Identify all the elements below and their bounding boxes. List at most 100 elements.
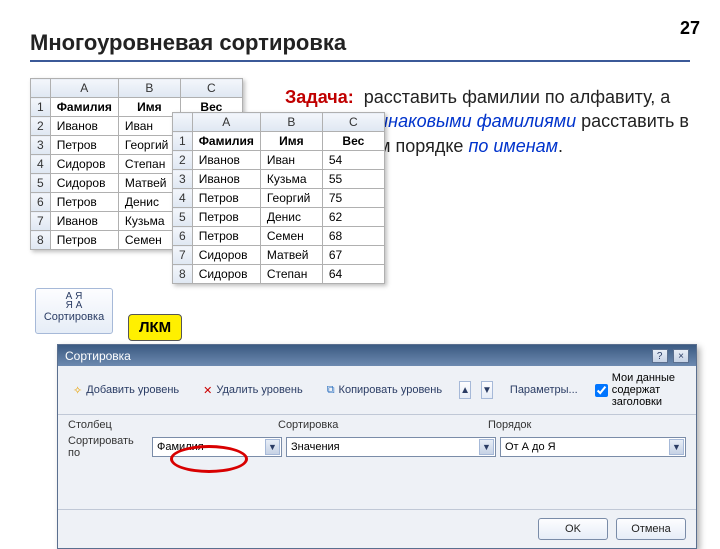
cell: 64 bbox=[322, 265, 384, 284]
row-4: 4 bbox=[173, 189, 193, 208]
order-value: От А до Я bbox=[505, 441, 556, 453]
page-title: Многоуровневая сортировка bbox=[30, 30, 346, 56]
move-up-button[interactable]: ▲ bbox=[459, 381, 471, 399]
close-icon[interactable]: × bbox=[673, 349, 689, 363]
col-B: B bbox=[260, 113, 322, 132]
sort-level-row: Сортировать по Фамилия ▼ Значения ▼ От А… bbox=[58, 431, 696, 469]
grid-corner bbox=[31, 79, 51, 98]
task-emphasis-2: по именам bbox=[468, 136, 558, 156]
cell: Кузьма bbox=[260, 170, 322, 189]
help-icon[interactable]: ? bbox=[652, 349, 668, 363]
cell: Иванов bbox=[50, 117, 118, 136]
cell: Степан bbox=[260, 265, 322, 284]
cell: Иванов bbox=[50, 212, 118, 231]
delete-level-button[interactable]: ✕ Удалить уровень bbox=[196, 381, 310, 400]
spreadsheet-sorted: A B C 1 Фамилия Имя Вес 2ИвановИван54 3И… bbox=[172, 112, 385, 284]
move-down-button[interactable]: ▼ bbox=[481, 381, 493, 399]
cell: Иван bbox=[260, 151, 322, 170]
cell: Сидоров bbox=[192, 246, 260, 265]
sort-dialog: Сортировка ? × ✧ Добавить уровень ✕ Удалит… bbox=[57, 344, 697, 549]
cell: 75 bbox=[322, 189, 384, 208]
cell: Сидоров bbox=[192, 265, 260, 284]
column-combobox[interactable]: Фамилия ▼ bbox=[152, 437, 282, 457]
cell: Сидоров bbox=[50, 155, 118, 174]
has-headers-checkbox[interactable]: Мои данные содержат заголовки bbox=[595, 372, 688, 408]
sort-ribbon-button[interactable]: А ЯЯ А Сортировка bbox=[35, 288, 113, 334]
task-label: Задача: bbox=[285, 87, 354, 107]
cell: Петров bbox=[192, 227, 260, 246]
task-part3: . bbox=[558, 136, 563, 156]
row-3: 3 bbox=[173, 170, 193, 189]
copy-icon: ⧉ bbox=[327, 384, 335, 397]
cell: 67 bbox=[322, 246, 384, 265]
row-1: 1 bbox=[31, 98, 51, 117]
cell: Иванов bbox=[192, 151, 260, 170]
add-level-button[interactable]: ✧ Добавить уровень bbox=[66, 381, 186, 400]
copy-level-button[interactable]: ⧉Копировать уровень bbox=[320, 381, 449, 400]
cell: Семен bbox=[260, 227, 322, 246]
cell: Денис bbox=[260, 208, 322, 227]
chevron-down-icon: ▼ bbox=[265, 439, 280, 455]
row-8: 8 bbox=[31, 231, 51, 250]
sort-by-label: Сортировать по bbox=[68, 435, 148, 459]
cell: Сидоров bbox=[50, 174, 118, 193]
has-headers-input[interactable] bbox=[595, 384, 608, 397]
chevron-down-icon: ▼ bbox=[669, 439, 684, 455]
row-1: 1 bbox=[173, 132, 193, 151]
row-4: 4 bbox=[31, 155, 51, 174]
cell: Георгий bbox=[260, 189, 322, 208]
row-8: 8 bbox=[173, 265, 193, 284]
row-7: 7 bbox=[173, 246, 193, 265]
sorton-combobox[interactable]: Значения ▼ bbox=[286, 437, 496, 457]
cell: 55 bbox=[322, 170, 384, 189]
col-A: A bbox=[50, 79, 118, 98]
chevron-down-icon: ▼ bbox=[479, 439, 494, 455]
header-surname: Фамилия bbox=[192, 132, 260, 151]
dialog-title: Сортировка bbox=[65, 349, 131, 363]
row-6: 6 bbox=[31, 193, 51, 212]
has-headers-label: Мои данные содержат заголовки bbox=[612, 372, 688, 408]
grid-corner bbox=[173, 113, 193, 132]
cell: Матвей bbox=[260, 246, 322, 265]
col-B: B bbox=[118, 79, 180, 98]
column-value: Фамилия bbox=[157, 441, 204, 453]
cell: 54 bbox=[322, 151, 384, 170]
cell: Иванов bbox=[192, 170, 260, 189]
cancel-button[interactable]: Отмена bbox=[616, 518, 686, 540]
cell: 62 bbox=[322, 208, 384, 227]
cell: Петров bbox=[192, 189, 260, 208]
cell: Петров bbox=[192, 208, 260, 227]
dialog-toolbar: ✧ Добавить уровень ✕ Удалить уровень ⧉Копи… bbox=[58, 366, 696, 415]
cell: 68 bbox=[322, 227, 384, 246]
col-A: A bbox=[192, 113, 260, 132]
colheader-order: Порядок bbox=[488, 419, 686, 431]
sorton-value: Значения bbox=[291, 441, 340, 453]
row-5: 5 bbox=[31, 174, 51, 193]
colheader-sorton: Сортировка bbox=[278, 419, 488, 431]
dialog-titlebar: Сортировка ? × bbox=[58, 345, 696, 366]
sort-icon: А ЯЯ А bbox=[63, 292, 85, 310]
ok-button[interactable]: OK bbox=[538, 518, 608, 540]
row-3: 3 bbox=[31, 136, 51, 155]
row-2: 2 bbox=[173, 151, 193, 170]
row-7: 7 bbox=[31, 212, 51, 231]
params-button[interactable]: Параметры... bbox=[503, 381, 585, 399]
col-C: C bbox=[322, 113, 384, 132]
page-number: 27 bbox=[680, 18, 700, 39]
title-underline bbox=[30, 60, 690, 62]
col-C: C bbox=[180, 79, 242, 98]
add-level-label: Добавить уровень bbox=[86, 384, 179, 396]
row-5: 5 bbox=[173, 208, 193, 227]
order-combobox[interactable]: От А до Я ▼ bbox=[500, 437, 686, 457]
delete-icon: ✕ bbox=[203, 384, 212, 397]
sort-button-label: Сортировка bbox=[36, 311, 112, 323]
cell: Петров bbox=[50, 193, 118, 212]
add-icon: ✧ bbox=[73, 384, 82, 397]
dialog-footer: OK Отмена bbox=[58, 509, 696, 548]
colheader-column: Столбец bbox=[68, 419, 278, 431]
delete-level-label: Удалить уровень bbox=[216, 384, 302, 396]
row-6: 6 bbox=[173, 227, 193, 246]
header-surname: Фамилия bbox=[50, 98, 118, 117]
row-2: 2 bbox=[31, 117, 51, 136]
header-name: Имя bbox=[260, 132, 322, 151]
